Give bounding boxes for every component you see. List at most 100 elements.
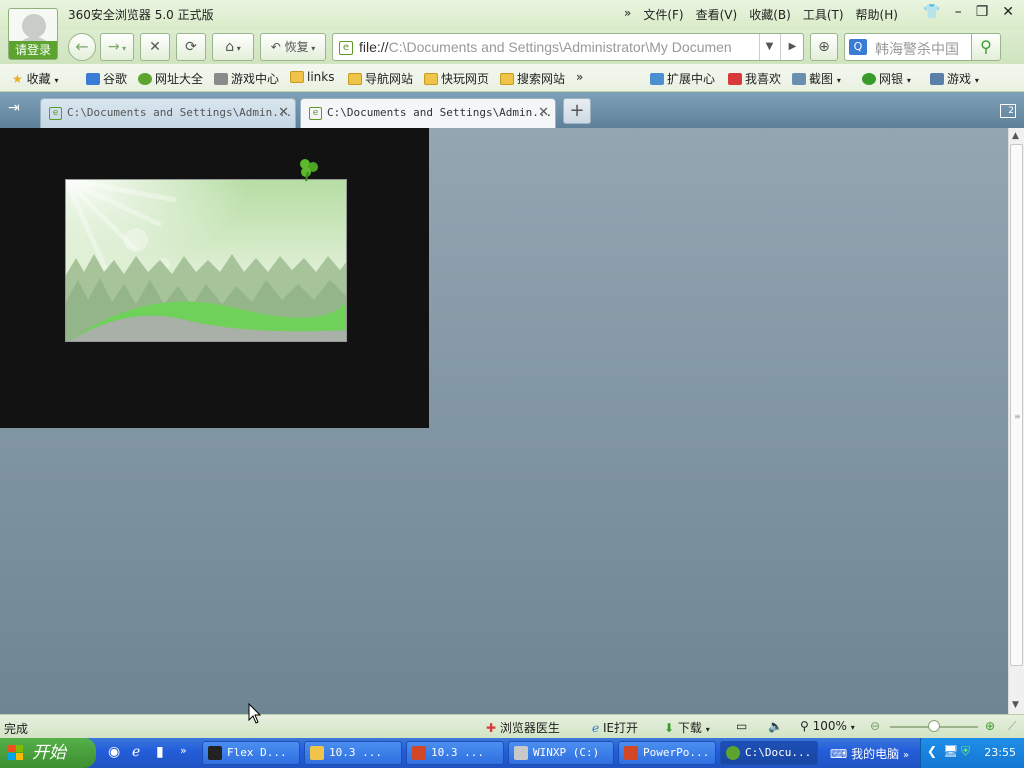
back-button[interactable]: ← [68,33,96,61]
refresh-button[interactable]: ⟳ [176,33,206,61]
bookmark-links[interactable]: links [290,70,334,84]
bookmark-game-center[interactable]: 游戏中心 [214,70,279,87]
scroll-up-icon[interactable]: ▲ [1012,131,1019,141]
page-content [0,128,1008,714]
task-powerpoint-1[interactable]: 10.3 ... [406,741,504,765]
tab-document-2[interactable]: e C:\Documents and Settings\Admin... ✕ [300,98,556,128]
zoom-menu[interactable]: ⚲ 100% ▾ [800,719,855,733]
vertical-scrollbar[interactable]: ▲ ≡ ▼ [1008,128,1024,714]
flash-movie[interactable] [0,128,429,428]
close-icon[interactable]: ✕ [1002,4,1014,20]
menu-bar: » 文件(F) 查看(V) 收藏(B) 工具(T) 帮助(H) [624,6,898,23]
task-powerpoint-2[interactable]: PowerPo... [618,741,716,765]
powerpoint-icon [624,746,638,760]
bookmark-nav-sites[interactable]: 导航网站 [348,70,413,87]
security-shield-icon[interactable]: ⛨ [961,744,970,759]
stop-button[interactable]: ✕ [140,33,170,61]
tab-count-badge[interactable]: 2 [1000,104,1016,118]
ie-icon: ℯ [592,721,600,735]
search-button[interactable]: ⚲ [971,33,1001,61]
security-shield-button[interactable]: ⊕ [810,33,838,61]
skin-shirt-icon[interactable]: 👕 [923,4,940,20]
games-button[interactable]: 游戏 ▾ [930,70,979,87]
folder-icon [290,71,304,83]
close-tab-icon[interactable]: ✕ [538,99,549,127]
extension-center-button[interactable]: 扩展中心 [650,70,715,87]
search-box[interactable]: Q 韩海警杀中国 [844,33,972,61]
go-icon[interactable]: ▶ [780,34,804,60]
quicklaunch-browser-icon[interactable]: ◉ [108,744,120,760]
tab-bar: ⇥ e C:\Documents and Settings\Admin... ✕… [0,92,1024,128]
tab-document-1[interactable]: e C:\Documents and Settings\Admin... ✕ [40,98,296,128]
search-engine-icon[interactable]: Q [849,39,867,55]
menu-tools[interactable]: 工具(T) [803,6,844,23]
network-icon[interactable]: 🖥 [943,744,958,758]
first-aid-icon: ✚ [486,721,497,735]
quicklaunch-more-icon[interactable]: » [180,744,187,757]
scrollbar-thumb[interactable]: ≡ [1010,144,1023,666]
bookmark-search-sites[interactable]: 搜索网站 [500,70,565,87]
screenshot-button[interactable]: 截图 ▾ [792,70,841,87]
magnifier-icon: ⚲ [980,37,992,56]
address-input[interactable]: file://C:\Documents and Settings\Adminis… [359,39,759,55]
i-like-button[interactable]: 我喜欢 [728,70,781,87]
forward-button[interactable]: → ▾ [100,33,134,61]
stop-icon: ✕ [149,39,161,55]
download-button[interactable]: ⬇ 下载 ▾ [664,719,710,736]
powerpoint-icon [412,746,426,760]
bookmark-google[interactable]: 谷歌 [86,70,127,87]
login-button[interactable]: 请登录 [9,41,57,59]
sidebar-toggle-icon[interactable]: ⇥ [8,100,20,116]
download-arrow-icon: ⬇ [664,721,675,735]
taskbar: 开始 ◉ ℯ ▮ » Flex D... 10.3 ... 10.3 ... W… [0,738,1024,768]
address-bar[interactable]: e file://C:\Documents and Settings\Admin… [332,33,804,61]
user-avatar[interactable]: 请登录 [8,8,58,60]
clover-icon [300,159,318,182]
bookmark-url-directory[interactable]: 网址大全 [138,70,203,87]
drive-icon [514,746,528,760]
restore-icon[interactable]: ❐ [976,4,989,20]
bank-icon [862,73,876,85]
menu-view[interactable]: 查看(V) [696,6,738,23]
status-text: 完成 [4,722,29,736]
home-button[interactable]: ⌂ ▾ [212,33,254,61]
task-flex[interactable]: Flex D... [202,741,300,765]
resize-grip-icon[interactable]: ⟋ [1008,719,1016,734]
menu-more-button[interactable]: » [624,6,631,23]
start-button[interactable]: 开始 [0,738,96,768]
clock: 23:55 [984,746,1016,759]
menu-file[interactable]: 文件(F) [643,6,683,23]
quicklaunch-media-icon[interactable]: ▮ [156,744,164,760]
window-mode-icon[interactable]: ▭ [736,719,747,733]
folder-icon [500,73,514,85]
ie-open-button[interactable]: ℯ IE打开 [592,719,638,736]
task-folder[interactable]: 10.3 ... [304,741,402,765]
undo-icon: ↶ [270,40,281,54]
folder-icon [348,73,362,85]
task-winxp-drive[interactable]: WINXP (C:) [508,741,614,765]
extension-cube-icon [650,73,664,85]
mouse-cursor-icon [248,703,262,724]
bookmarks-more-button[interactable]: » [576,70,583,84]
bookmark-quick-play[interactable]: 快玩网页 [424,70,489,87]
quicklaunch-ie-icon[interactable]: ℯ [132,744,140,760]
menu-favorites[interactable]: 收藏(B) [749,6,791,23]
my-computer-toolbar[interactable]: ⌨ 我的电脑 » [830,745,909,762]
zoom-in-icon[interactable]: ⊕ [985,719,995,733]
zoom-slider-knob[interactable] [928,720,940,732]
zoom-out-icon[interactable]: ⊖ [870,719,880,733]
close-tab-icon[interactable]: ✕ [278,99,289,127]
menu-help[interactable]: 帮助(H) [856,6,898,23]
restore-page-button[interactable]: ↶ 恢复 ▾ [260,33,326,61]
minimize-icon[interactable]: – [955,4,962,20]
address-dropdown-icon[interactable]: ▼ [759,34,779,60]
tray-expand-icon[interactable]: ❮ [927,744,937,758]
task-browser[interactable]: C:\Docu... [720,741,818,765]
scroll-down-icon[interactable]: ▼ [1012,700,1019,710]
new-tab-button[interactable]: + [563,98,591,124]
search-input[interactable]: 韩海警杀中国 [875,39,959,59]
speaker-icon[interactable]: 🔈 [768,719,783,733]
bookmark-favorites[interactable]: ★ 收藏 ▾ [12,70,58,87]
online-banking-button[interactable]: 网银 ▾ [862,70,911,87]
browser-doctor-button[interactable]: ✚ 浏览器医生 [486,719,560,736]
